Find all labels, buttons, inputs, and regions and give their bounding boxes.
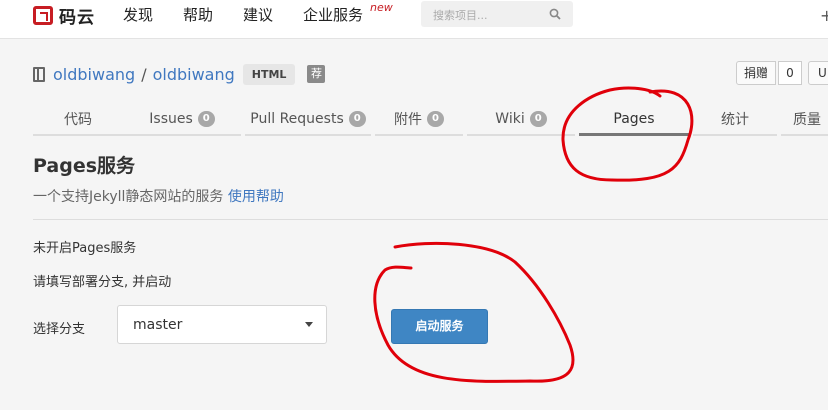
- branch-select[interactable]: master: [117, 305, 327, 344]
- repo-path-separator: /: [141, 64, 147, 84]
- gitee-logo-icon: [33, 5, 53, 25]
- service-status: 未开启Pages服务: [33, 241, 137, 256]
- tab-label: Pages: [613, 110, 655, 127]
- nav-help[interactable]: 帮助: [183, 4, 213, 25]
- nav-discover[interactable]: 发现: [123, 4, 153, 25]
- chevron-down-icon: [305, 322, 313, 327]
- tab-label: 统计: [721, 112, 749, 128]
- tab-label: Wiki: [495, 111, 525, 127]
- search-input[interactable]: 搜索项目...: [421, 1, 573, 27]
- recommend-badge: 荐: [307, 65, 326, 83]
- language-badge: HTML: [242, 63, 296, 85]
- page-description: 一个支持Jekyll静态网站的服务 使用帮助: [33, 186, 284, 206]
- repo-book-icon: [33, 66, 45, 82]
- tab-label: Issues: [149, 111, 193, 127]
- nav-suggest[interactable]: 建议: [243, 4, 273, 25]
- site-logo[interactable]: 码云: [33, 4, 95, 28]
- count-badge: 0: [529, 111, 547, 127]
- count-badge: 0: [197, 111, 215, 127]
- help-link[interactable]: 使用帮助: [228, 189, 284, 205]
- description-text: 一个支持Jekyll静态网站的服务: [33, 189, 224, 205]
- repo-owner-link[interactable]: oldbiwang: [53, 65, 135, 84]
- tab-code[interactable]: 代码: [33, 104, 123, 136]
- top-navbar: 码云 发现 帮助 建议 企业服务 new 搜索项目... +: [0, 0, 828, 39]
- page-title: Pages服务: [33, 155, 136, 177]
- divider: [33, 219, 828, 220]
- nav-enterprise[interactable]: 企业服务: [303, 4, 363, 25]
- tab-wiki[interactable]: Wiki 0: [467, 104, 575, 136]
- tab-label: Pull Requests: [250, 111, 344, 127]
- branch-value: master: [133, 317, 183, 333]
- start-service-button[interactable]: 启动服务: [391, 309, 488, 344]
- branch-label: 选择分支: [33, 322, 86, 337]
- count-badge: 0: [427, 111, 444, 127]
- tab-stats[interactable]: 统计: [693, 104, 777, 136]
- logo-text: 码云: [59, 7, 95, 28]
- create-plus-icon[interactable]: +: [820, 6, 828, 25]
- tab-label: 质量: [793, 112, 821, 128]
- tab-pull-requests[interactable]: Pull Requests 0: [245, 104, 371, 136]
- donate-button[interactable]: 捐赠: [736, 61, 776, 85]
- watch-button[interactable]: U: [808, 61, 828, 85]
- repo-title: oldbiwang / oldbiwang HTML 荐: [33, 62, 326, 86]
- tab-attachments[interactable]: 附件 0: [375, 104, 463, 136]
- new-badge: new: [370, 1, 393, 14]
- repo-tabs: 代码 Issues 0 Pull Requests 0 附件 0 Wiki 0 …: [33, 104, 828, 136]
- search-placeholder: 搜索项目...: [433, 9, 488, 22]
- deploy-hint: 请填写部署分支, 并启动: [33, 275, 172, 290]
- count-badge: 0: [348, 111, 366, 127]
- tab-pages[interactable]: Pages: [579, 104, 689, 136]
- tab-label: 附件: [394, 112, 423, 128]
- tab-quality[interactable]: 质量: [781, 104, 828, 136]
- donate-count: 0: [778, 61, 802, 85]
- search-icon[interactable]: [549, 8, 561, 20]
- tab-label: 代码: [64, 112, 92, 128]
- tab-issues[interactable]: Issues 0: [123, 104, 241, 136]
- repo-name-link[interactable]: oldbiwang: [153, 65, 235, 84]
